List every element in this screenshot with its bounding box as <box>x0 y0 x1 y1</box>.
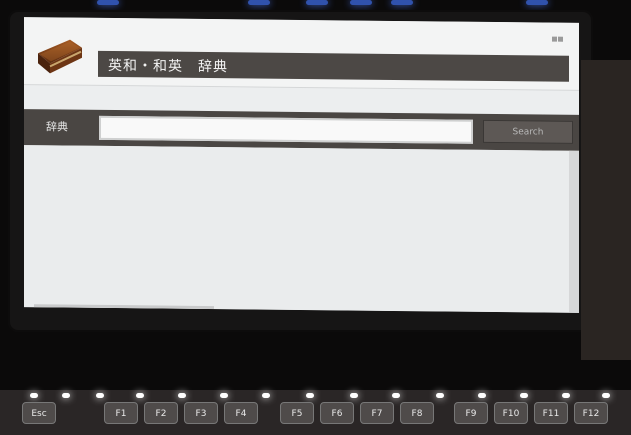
status-led <box>248 0 270 5</box>
key-f12[interactable]: F12 <box>574 402 608 424</box>
keyboard-led <box>392 393 400 398</box>
key-f9[interactable]: F9 <box>454 402 488 424</box>
book-icon <box>38 39 82 74</box>
keyboard-led <box>30 393 38 398</box>
app-title-bar: 英和・和英 辞典 <box>98 50 569 82</box>
key-f7[interactable]: F7 <box>360 402 394 424</box>
app-banner: 英和・和英 辞典 <box>24 17 579 91</box>
keyboard-led <box>436 393 444 398</box>
keyboard-led <box>520 393 528 398</box>
app-title: 英和・和英 辞典 <box>108 57 228 76</box>
key-f8[interactable]: F8 <box>400 402 434 424</box>
key-f11[interactable]: F11 <box>534 402 568 424</box>
keyboard-led <box>136 393 144 398</box>
results-area <box>24 145 579 313</box>
keyboard-led <box>178 393 186 398</box>
status-led <box>97 0 119 5</box>
device-keyboard: Esc F1 F2 F3 F4 F5 F6 F7 F8 F9 F10 F11 F… <box>0 390 631 435</box>
window-controls[interactable] <box>551 27 571 42</box>
status-led <box>306 0 328 5</box>
keyboard-led <box>262 393 270 398</box>
status-led <box>526 0 548 5</box>
app-screen: 英和・和英 辞典 辞典 Search <box>24 17 579 313</box>
key-f5[interactable]: F5 <box>280 402 314 424</box>
device-side <box>581 60 631 360</box>
keyboard-led-row <box>10 393 622 401</box>
minimize-icon[interactable] <box>552 36 557 42</box>
keyboard-led <box>96 393 104 398</box>
keyboard-led <box>306 393 314 398</box>
keyboard-led <box>478 393 486 398</box>
search-label: 辞典 <box>46 120 68 134</box>
keyboard-led <box>62 393 70 398</box>
status-led <box>391 0 413 5</box>
function-key-row: Esc F1 F2 F3 F4 F5 F6 F7 F8 F9 F10 F11 F… <box>22 402 622 432</box>
key-f1[interactable]: F1 <box>104 402 138 424</box>
key-f2[interactable]: F2 <box>144 402 178 424</box>
close-icon[interactable] <box>558 36 563 42</box>
keyboard-led <box>602 393 610 398</box>
status-led <box>350 0 372 5</box>
keyboard-led <box>220 393 228 398</box>
search-input[interactable] <box>99 115 473 144</box>
results-scrollbar[interactable] <box>569 150 579 313</box>
key-f10[interactable]: F10 <box>494 402 528 424</box>
key-f4[interactable]: F4 <box>224 402 258 424</box>
search-bar: 辞典 Search <box>24 109 579 151</box>
keyboard-led <box>562 393 570 398</box>
search-button[interactable]: Search <box>483 119 573 144</box>
key-esc[interactable]: Esc <box>22 402 56 424</box>
key-f6[interactable]: F6 <box>320 402 354 424</box>
keyboard-led <box>350 393 358 398</box>
key-f3[interactable]: F3 <box>184 402 218 424</box>
